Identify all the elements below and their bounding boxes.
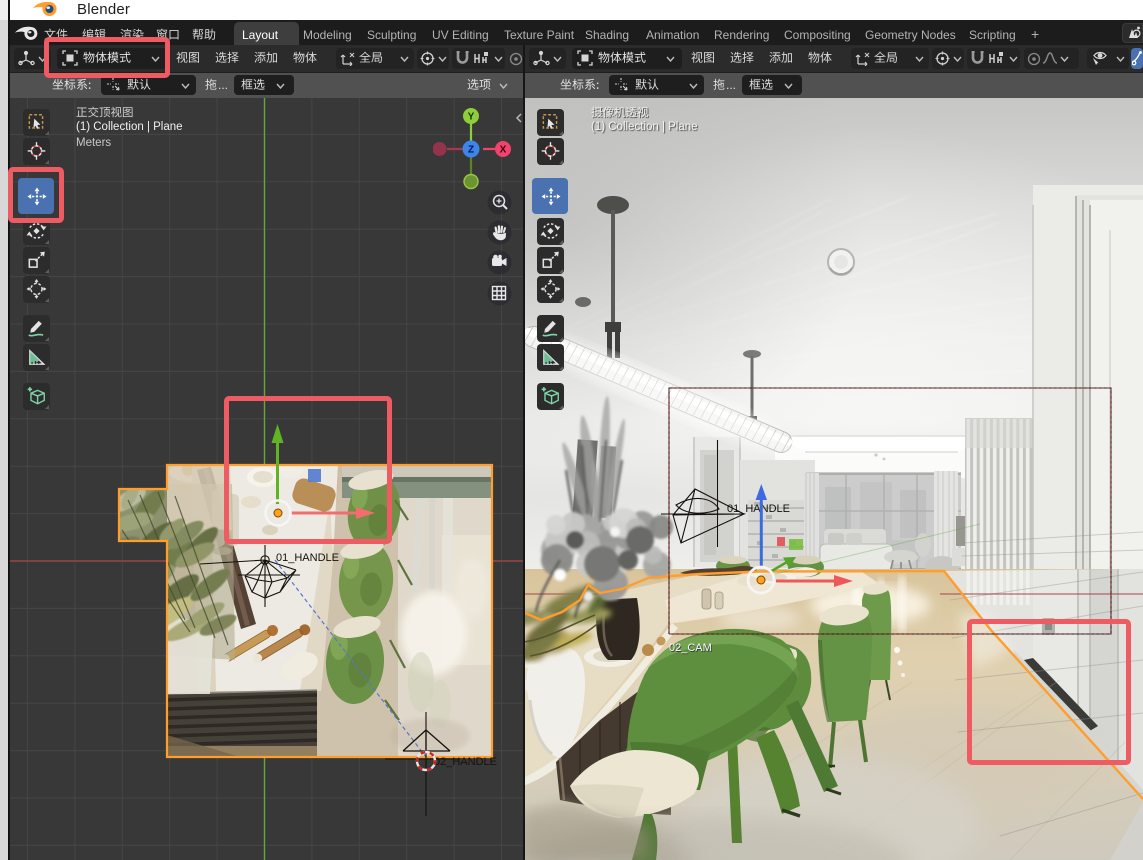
svg-text:01_HANDLE: 01_HANDLE: [727, 503, 790, 515]
svg-text:X: X: [500, 145, 507, 156]
svg-text:Z: Z: [468, 145, 474, 156]
svg-text:01_HANDLE: 01_HANDLE: [276, 552, 339, 564]
svg-text:02_HANDLE: 02_HANDLE: [434, 756, 497, 768]
svg-text:Y: Y: [468, 112, 475, 123]
svg-text:02_CAM: 02_CAM: [669, 642, 712, 654]
